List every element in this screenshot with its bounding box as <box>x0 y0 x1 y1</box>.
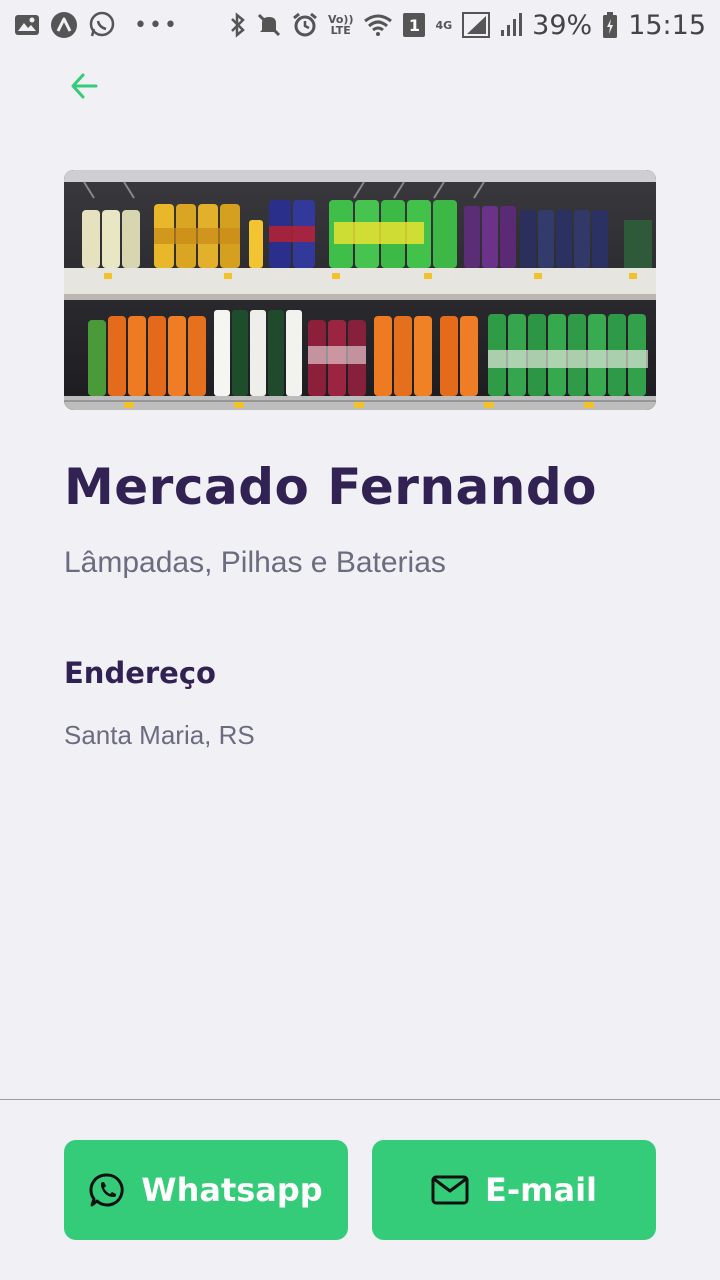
back-button[interactable] <box>64 66 104 106</box>
whatsapp-button-label: Whatsapp <box>141 1171 323 1209</box>
network-label: 4G <box>435 18 453 32</box>
point-items: Lâmpadas, Pilhas e Baterias <box>64 546 446 579</box>
status-bar: ••• Vo)) LTE 1 4G 39% 15:15 <box>0 0 720 50</box>
point-image-drawing <box>64 170 656 410</box>
volte-icon: Vo)) LTE <box>328 14 354 36</box>
signal-bars-icon <box>500 12 523 38</box>
battery-icon <box>602 11 618 39</box>
address-title: Endereço <box>64 656 216 690</box>
email-button-label: E-mail <box>484 1171 597 1209</box>
clock: 15:15 <box>628 9 706 41</box>
gallery-icon <box>14 13 40 37</box>
footer: Whatsapp E-mail <box>0 1099 720 1280</box>
battery-percent: 39% <box>532 9 593 41</box>
mute-icon <box>256 12 282 38</box>
bluetooth-icon <box>230 12 246 38</box>
email-button[interactable]: E-mail <box>372 1140 656 1240</box>
mail-icon <box>431 1175 469 1205</box>
volte-line2: LTE <box>330 24 351 37</box>
signal-icon <box>462 12 491 38</box>
network-4g-icon: 4G <box>435 20 452 31</box>
arrow-left-icon <box>71 73 98 99</box>
point-image <box>64 170 656 410</box>
status-bar-left: ••• <box>14 11 179 39</box>
whatsapp-button[interactable]: Whatsapp <box>64 1140 348 1240</box>
wifi-icon <box>363 13 393 37</box>
whatsapp-notification-icon <box>88 11 116 39</box>
point-name: Mercado Fernando <box>64 458 598 516</box>
sim-badge: 1 <box>403 13 426 37</box>
address-value: Santa Maria, RS <box>64 720 255 750</box>
whatsapp-icon <box>89 1173 124 1207</box>
app-notification-icon <box>50 11 78 39</box>
alarm-icon <box>292 12 318 38</box>
more-notifications-icon: ••• <box>134 12 179 38</box>
status-bar-right: Vo)) LTE 1 4G 39% 15:15 <box>230 10 706 41</box>
